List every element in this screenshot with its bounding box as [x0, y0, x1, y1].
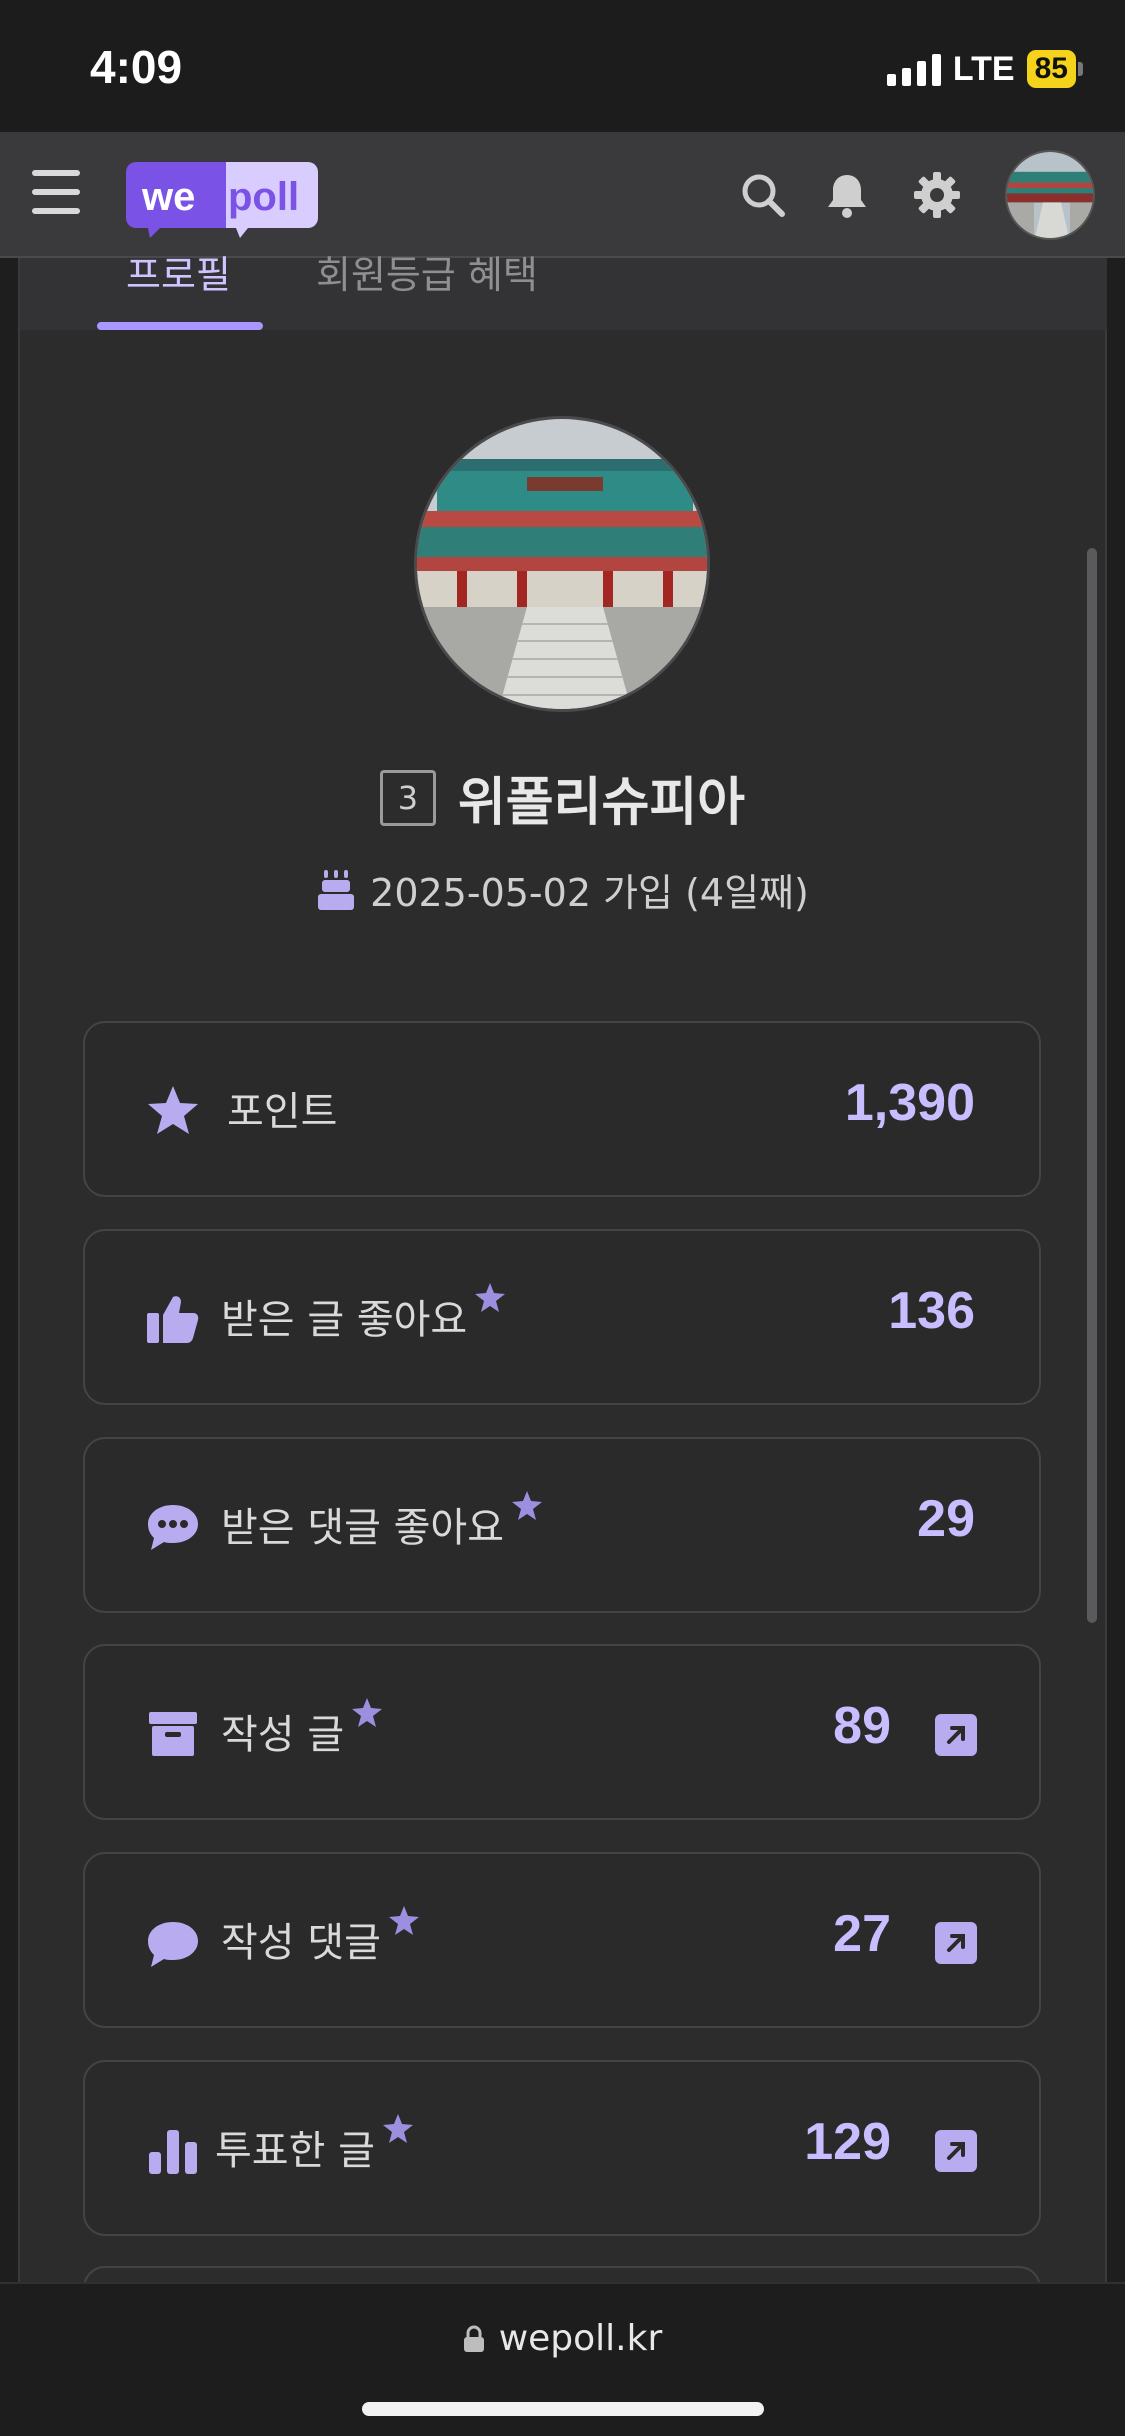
- battery-level: 85: [1026, 50, 1076, 88]
- stat-label: 작성 댓글: [221, 1906, 421, 1968]
- menu-icon[interactable]: [32, 170, 80, 214]
- stat-value: 29: [917, 1490, 975, 1548]
- url-display[interactable]: wepoll.kr: [0, 2318, 1125, 2359]
- bar-chart-icon: [149, 2130, 197, 2174]
- stat-label-text: 포인트: [227, 1089, 338, 1135]
- scrollbar[interactable]: [1087, 548, 1097, 1623]
- active-tab-indicator: [97, 322, 263, 330]
- username-row: 3 위폴리슈피아: [0, 760, 1125, 835]
- wepoll-logo[interactable]: we poll: [126, 158, 318, 240]
- level-badge: 3: [379, 769, 436, 826]
- stat-label: 받은 댓글 좋아요: [221, 1491, 544, 1553]
- tab-membership[interactable]: 회원등급 혜택: [316, 244, 538, 299]
- join-date-row: 2025-05-02 가입 (4일째): [0, 862, 1125, 917]
- star-badge-icon: [475, 1283, 506, 1312]
- browser-url-bar[interactable]: wepoll.kr: [0, 2282, 1125, 2436]
- bell-icon[interactable]: [822, 170, 872, 220]
- url-text: wepoll.kr: [498, 2318, 663, 2359]
- stat-value: 27: [833, 1905, 891, 1963]
- external-link-icon[interactable]: [935, 1922, 977, 1964]
- battery-icon: 85: [1026, 50, 1083, 88]
- stat-card-posts[interactable]: 작성 글 89: [83, 1644, 1041, 1820]
- stat-card-comment-likes: 받은 댓글 좋아요 29: [83, 1437, 1041, 1613]
- profile-photo: [414, 416, 710, 712]
- stat-label-text: 받은 글 좋아요: [221, 1297, 468, 1343]
- external-link-icon[interactable]: [935, 1714, 977, 1756]
- status-bar: 4:09 LTE 85: [0, 0, 1125, 132]
- app-header: we poll: [0, 132, 1125, 258]
- network-label: LTE: [952, 49, 1015, 88]
- tab-profile[interactable]: 프로필: [126, 244, 231, 299]
- stat-card-points: 포인트 1,390: [83, 1021, 1041, 1197]
- username: 위폴리슈피아: [457, 773, 746, 833]
- stat-label: 작성 글: [221, 1698, 384, 1760]
- star-icon: [148, 1086, 198, 1134]
- home-indicator[interactable]: [362, 2402, 764, 2416]
- tab-bar: 프로필 회원등급 혜택: [20, 253, 1107, 330]
- stat-value: 129: [804, 2113, 891, 2171]
- star-badge-icon: [512, 1491, 543, 1520]
- stat-value: 136: [888, 1282, 975, 1340]
- join-date: 2025-05-02 가입 (4일째): [370, 871, 809, 915]
- stat-label: 받은 글 좋아요: [221, 1283, 507, 1345]
- search-icon[interactable]: [738, 170, 788, 220]
- star-badge-icon: [382, 2114, 413, 2143]
- stat-label-text: 투표한 글: [215, 2128, 375, 2174]
- signal-icon: [886, 52, 941, 86]
- external-link-icon[interactable]: [935, 2130, 977, 2172]
- stat-label: 포인트: [227, 1079, 337, 1137]
- stat-card-post-likes: 받은 글 좋아요 136: [83, 1229, 1041, 1405]
- thumbs-up-icon: [147, 1296, 199, 1343]
- gear-icon[interactable]: [912, 170, 962, 220]
- star-badge-icon: [352, 1698, 383, 1727]
- stat-label-text: 작성 글: [221, 1712, 345, 1758]
- logo-text-poll: poll: [228, 175, 299, 219]
- stat-label-text: 받은 댓글 좋아요: [221, 1505, 505, 1551]
- status-time: 4:09: [90, 41, 183, 93]
- avatar[interactable]: [1005, 150, 1095, 240]
- speech-bubble-icon: [148, 1922, 198, 1967]
- status-indicators: LTE 85: [886, 48, 1083, 90]
- lock-icon: [463, 2325, 484, 2352]
- star-badge-icon: [388, 1906, 419, 1935]
- stat-card-comments[interactable]: 작성 댓글 27: [83, 1852, 1041, 2028]
- archive-box-icon: [149, 1712, 197, 1756]
- stat-value: 89: [833, 1697, 891, 1755]
- stat-card-voted-posts[interactable]: 투표한 글 129: [83, 2060, 1041, 2236]
- logo-text-we: we: [141, 175, 195, 219]
- stat-label-text: 작성 댓글: [221, 1920, 381, 1966]
- cake-icon: [318, 869, 355, 910]
- stat-label: 투표한 글: [215, 2114, 415, 2176]
- stat-value: 1,390: [844, 1074, 975, 1132]
- comment-dots-icon: [148, 1505, 198, 1550]
